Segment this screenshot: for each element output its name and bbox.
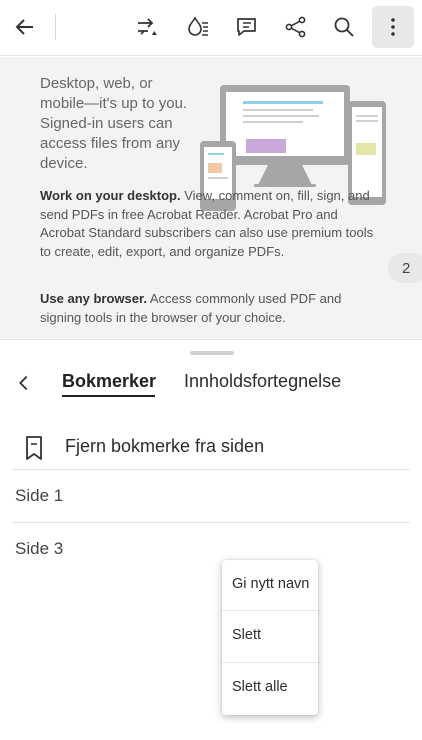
menu-item-delete[interactable]: Slett [222, 611, 318, 663]
menu-item-label: Slett [232, 627, 262, 643]
bookmark-context-menu: Gi nytt navn Slett Slett alle [222, 560, 318, 715]
menu-item-rename[interactable]: Gi nytt navn [222, 560, 318, 612]
comment-icon [237, 18, 256, 36]
active-tab-indicator [62, 395, 155, 397]
fill-sign-button[interactable] [177, 6, 219, 48]
bookmark-item[interactable]: Side 3 [0, 525, 422, 575]
page-number-indicator[interactable]: 2 [388, 253, 422, 283]
doc-intro-text: Desktop, web, or mobile—it's up to you. … [40, 75, 188, 172]
tab-bookmarks[interactable]: Bokmerker [62, 371, 156, 392]
back-arrow-icon [15, 19, 33, 35]
chevron-left-icon [19, 375, 28, 391]
panel-back-button[interactable] [11, 370, 37, 396]
share-button[interactable] [275, 6, 317, 48]
panel-drag-handle[interactable] [190, 351, 234, 355]
tab-table-of-contents[interactable]: Innholdsfortegnelse [184, 371, 341, 392]
bookmark-label: Side 1 [15, 486, 64, 505]
bookmark-icon [26, 436, 42, 460]
bookmarks-panel: Bokmerker Innholdsfortegnelse Fjern bokm… [0, 339, 422, 740]
menu-item-label: Gi nytt navn [232, 576, 310, 592]
search-icon [334, 17, 354, 37]
search-button[interactable] [323, 6, 365, 48]
doc-desktop-paragraph: Work on your desktop. View, comment on, … [40, 187, 380, 261]
reflow-button[interactable] [126, 6, 168, 48]
comment-button[interactable] [226, 6, 268, 48]
bookmark-label: Side 3 [15, 539, 64, 558]
fill-sign-icon [188, 16, 208, 36]
list-divider [12, 522, 410, 523]
remove-bookmark-button[interactable]: Fjern bokmerke fra siden [0, 426, 422, 470]
menu-item-label: Slett alle [232, 679, 288, 695]
toolbar-separator [55, 14, 56, 40]
doc-browser-paragraph: Use any browser. Access commonly used PD… [40, 290, 380, 327]
more-vertical-icon [391, 18, 395, 36]
remove-bookmark-label: Fjern bokmerke fra siden [65, 436, 265, 456]
document-preview[interactable]: Desktop, web, or mobile—it's up to you. … [0, 57, 422, 338]
menu-item-delete-all[interactable]: Slett alle [222, 663, 318, 715]
list-divider [12, 469, 410, 470]
doc-browser-heading: Use any browser. [40, 291, 147, 306]
reflow-icon [138, 18, 157, 35]
share-icon [285, 16, 306, 38]
doc-desktop-heading: Work on your desktop. [40, 188, 181, 203]
top-toolbar [0, 0, 422, 56]
more-options-button[interactable] [372, 6, 414, 48]
back-button[interactable] [4, 6, 46, 48]
bookmark-item[interactable]: Side 1 [0, 472, 422, 522]
